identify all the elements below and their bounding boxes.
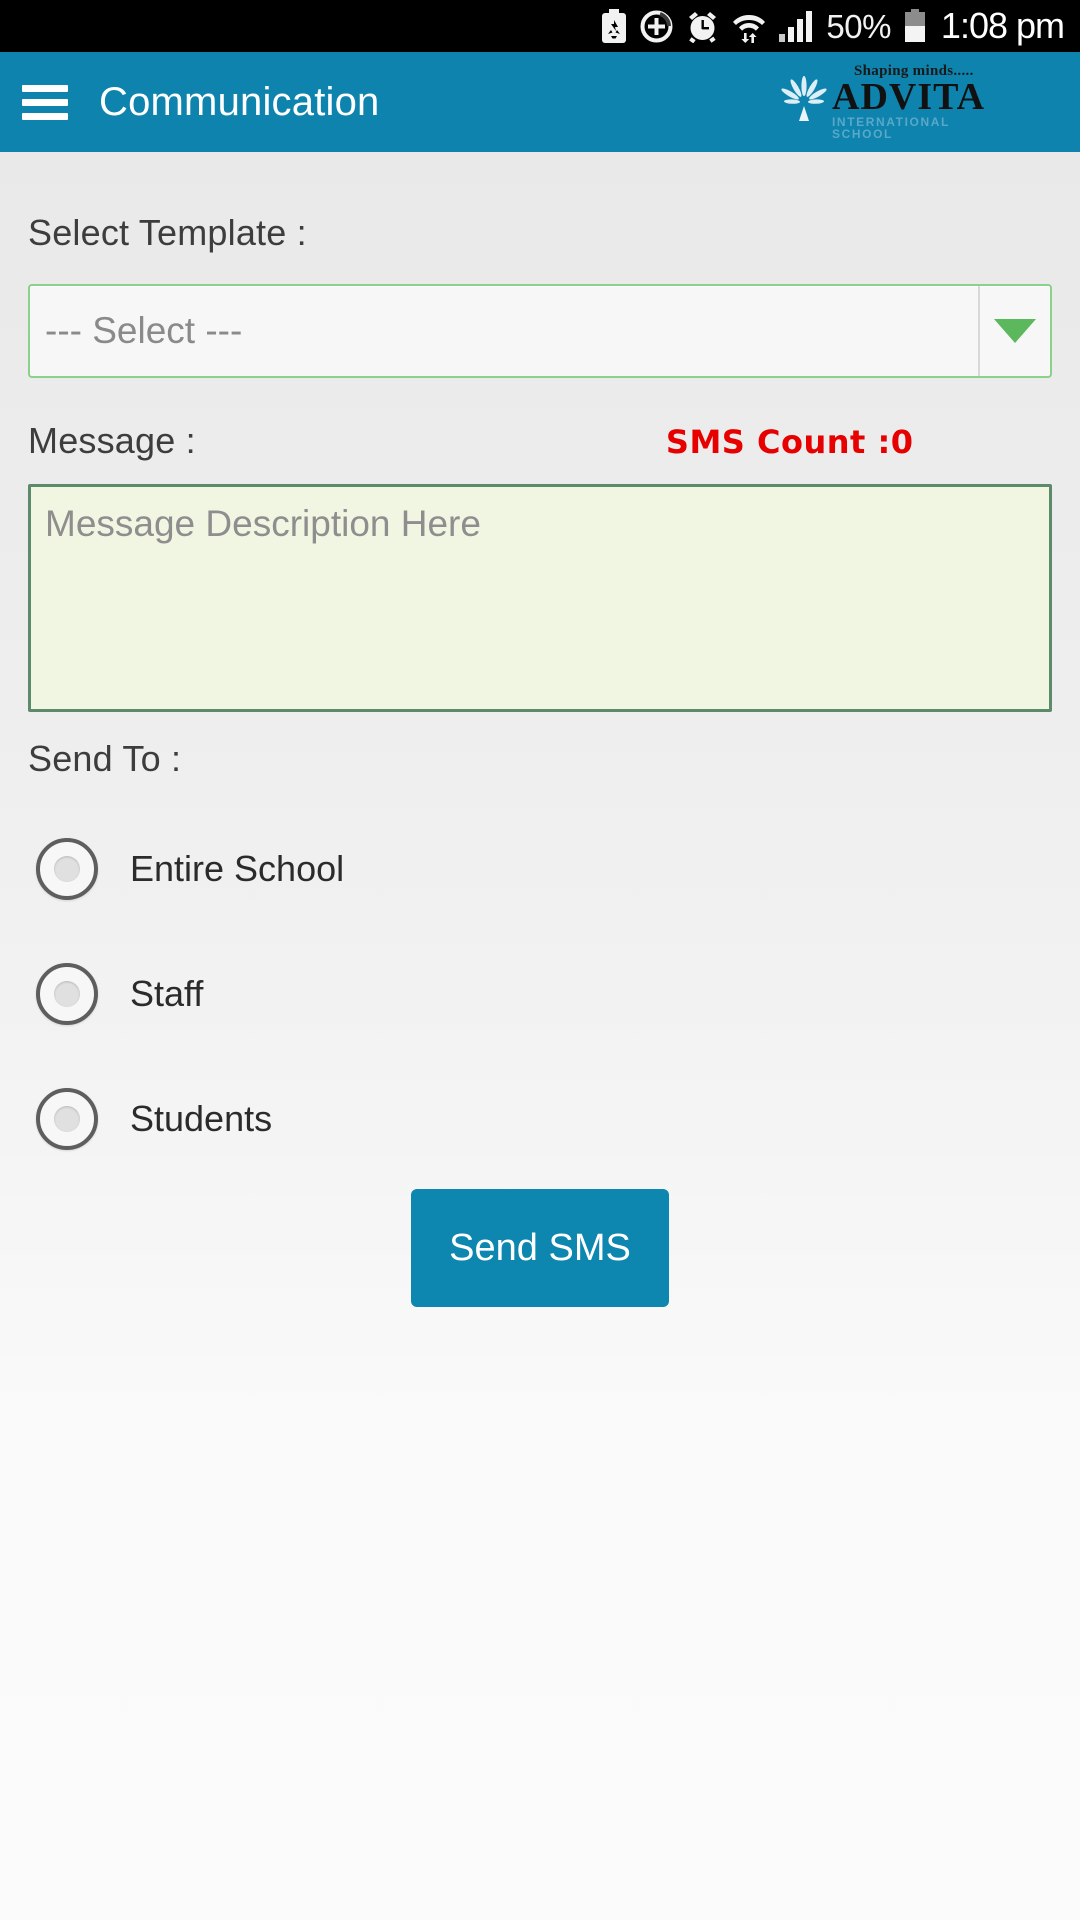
data-saver-plus-icon xyxy=(640,10,673,43)
send-to-label: Send To : xyxy=(28,738,182,779)
template-select-value: --- Select --- xyxy=(45,310,243,351)
radio-option-label: Staff xyxy=(130,972,204,1014)
clock-label: 1:08 pm xyxy=(940,5,1065,46)
page-title: Communication xyxy=(99,79,380,124)
battery-percent-label: 50% xyxy=(826,7,891,45)
cellular-signal-icon xyxy=(779,10,813,42)
status-bar: 50% 1:08 pm xyxy=(0,0,1080,52)
message-header: Message : SMS Count :0 xyxy=(28,420,1052,462)
radio-option-students[interactable]: Students xyxy=(28,1056,1052,1181)
hamburger-menu-icon[interactable] xyxy=(22,84,68,120)
logo-subtitle: INTERNATIONAL SCHOOL xyxy=(832,115,950,142)
starburst-icon xyxy=(778,76,830,128)
radio-option-label: Students xyxy=(130,1097,273,1139)
submit-row: Send SMS xyxy=(28,1189,1052,1307)
send-to-radio-group: Entire School Staff Students xyxy=(28,806,1052,1181)
school-logo: Shaping minds..... ADVITA INTERNATIONAL … xyxy=(778,63,984,140)
message-textarea[interactable]: Message Description Here xyxy=(28,484,1052,712)
sms-count-badge: SMS Count :0 xyxy=(665,423,914,461)
radio-button-icon[interactable] xyxy=(36,962,98,1025)
communication-form: Select Template : --- Select --- Message… xyxy=(0,152,1080,1920)
wifi-transfer-icon xyxy=(732,9,766,43)
power-saving-battery-icon xyxy=(601,9,627,43)
radio-option-label: Entire School xyxy=(130,847,345,889)
message-label: Message : xyxy=(28,420,196,461)
radio-button-icon[interactable] xyxy=(36,837,98,900)
battery-half-icon xyxy=(904,9,926,43)
app-bar: Communication Shaping minds..... ADVITA … xyxy=(0,52,1080,152)
radio-option-entire-school[interactable]: Entire School xyxy=(28,806,1052,931)
send-sms-button[interactable]: Send SMS xyxy=(411,1189,669,1307)
logo-name: ADVITA xyxy=(832,75,986,118)
chevron-down-icon[interactable] xyxy=(978,286,1050,376)
alarm-clock-icon xyxy=(686,10,719,43)
select-template-label: Select Template : xyxy=(28,212,307,253)
radio-button-icon[interactable] xyxy=(36,1087,98,1150)
radio-option-staff[interactable]: Staff xyxy=(28,931,1052,1056)
template-select[interactable]: --- Select --- xyxy=(28,284,1052,378)
